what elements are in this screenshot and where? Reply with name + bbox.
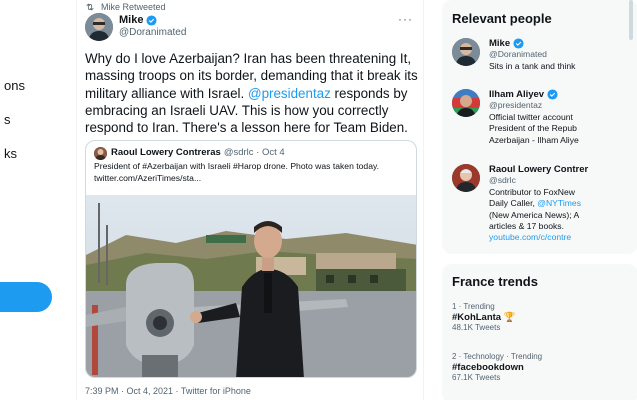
trend-meta: 2 · Technology · Trending xyxy=(452,352,543,361)
author-name[interactable]: Mike xyxy=(119,14,143,26)
tweet-button[interactable] xyxy=(0,282,52,312)
trend-name[interactable]: #facebookdown xyxy=(452,362,542,374)
nav-item-fragment[interactable]: ons xyxy=(4,78,25,93)
trends-card: France trends 1 · Trending #KohLanta 🏆 4… xyxy=(442,264,637,400)
person-bio: Sits in a tank and think xyxy=(489,60,576,71)
trend-name[interactable]: #KohLanta xyxy=(452,312,501,323)
person-bio: Contributor to FoxNew xyxy=(489,186,575,197)
right-sidebar: Relevant people Mike @Doranimated Sits i… xyxy=(438,0,637,400)
tweet-detail: Mike Retweeted Mike @Doranimated ··· Why… xyxy=(76,0,424,400)
trophy-emoji-icon: 🏆 xyxy=(501,311,516,323)
author-handle[interactable]: @Doranimated xyxy=(119,27,186,38)
person-name[interactable]: Mike xyxy=(489,38,510,49)
person-bio: Official twitter account xyxy=(489,111,573,122)
quote-text: President of #Azerbaijan with Israeli #H… xyxy=(94,161,380,183)
trend-count: 67.1K Tweets xyxy=(452,373,501,382)
person-bio: Daily Caller, @NYTimes xyxy=(489,198,637,209)
verified-badge-icon xyxy=(146,14,158,26)
person-avatar[interactable] xyxy=(452,89,480,117)
verified-badge-icon xyxy=(547,89,558,100)
person-avatar[interactable] xyxy=(452,164,480,192)
bio-url-link[interactable]: youtube.com/c/contre xyxy=(489,232,637,243)
person-bio: President of the Repub xyxy=(489,123,577,134)
quote-author-avatar[interactable] xyxy=(94,147,107,160)
person-bio-text: Daily Caller, xyxy=(489,198,538,209)
trend-item[interactable]: 2 · Technology · Trending #facebookdown … xyxy=(452,352,542,384)
scrollbar[interactable] xyxy=(629,0,633,40)
tweet-timestamp[interactable]: 7:39 PM · Oct 4, 2021 · Twitter for iPho… xyxy=(85,386,251,396)
author-avatar[interactable] xyxy=(85,13,113,41)
person-handle[interactable]: @sdrlc xyxy=(489,175,637,186)
trend-count: 48.1K Tweets xyxy=(452,323,501,332)
person-bio: (New America News); A xyxy=(489,209,580,220)
quote-author: Raoul Lowery Contreras @sdrlc · Oct 4 xyxy=(111,147,285,158)
retweet-indicator: Mike Retweeted xyxy=(85,2,166,12)
trends-title: France trends xyxy=(452,274,538,289)
trend-item[interactable]: 1 · Trending #KohLanta 🏆 48.1K Tweets xyxy=(452,302,516,334)
relevant-people-card: Relevant people Mike @Doranimated Sits i… xyxy=(442,0,637,254)
quoted-tweet[interactable]: Raoul Lowery Contreras @sdrlc · Oct 4 Pr… xyxy=(85,140,417,378)
quote-author-meta: @sdrlc · Oct 4 xyxy=(223,147,285,158)
person-handle[interactable]: @Doranimated xyxy=(489,49,637,60)
left-nav: ons s ks xyxy=(0,0,68,400)
bio-mention-link[interactable]: @NYTimes xyxy=(537,198,581,208)
person-handle[interactable]: @presidentaz xyxy=(489,100,637,111)
person-bio: articles & 17 books. xyxy=(489,221,564,232)
retweet-icon xyxy=(86,3,94,11)
more-options-icon[interactable]: ··· xyxy=(398,12,413,26)
person-avatar[interactable] xyxy=(452,38,480,66)
quote-author-name[interactable]: Raoul Lowery Contreras xyxy=(111,147,221,158)
quote-photo[interactable] xyxy=(86,195,417,378)
nav-item-fragment[interactable]: ks xyxy=(4,146,17,161)
tweet-text: Why do I love Azerbaijan? Iran has been … xyxy=(85,50,421,136)
retweet-label: Mike Retweeted xyxy=(101,2,166,12)
author-info[interactable]: Mike @Doranimated xyxy=(119,14,186,38)
relevant-people-title: Relevant people xyxy=(452,11,552,26)
nav-item-fragment[interactable]: s xyxy=(4,112,11,127)
person-name[interactable]: Raoul Lowery Contrer xyxy=(489,164,588,175)
verified-badge-icon xyxy=(513,38,524,49)
person-name[interactable]: Ilham Aliyev xyxy=(489,89,544,100)
mention-link[interactable]: @presidentaz xyxy=(248,86,331,101)
person-bio: Azerbaijan - Ilham Aliye xyxy=(489,134,579,145)
